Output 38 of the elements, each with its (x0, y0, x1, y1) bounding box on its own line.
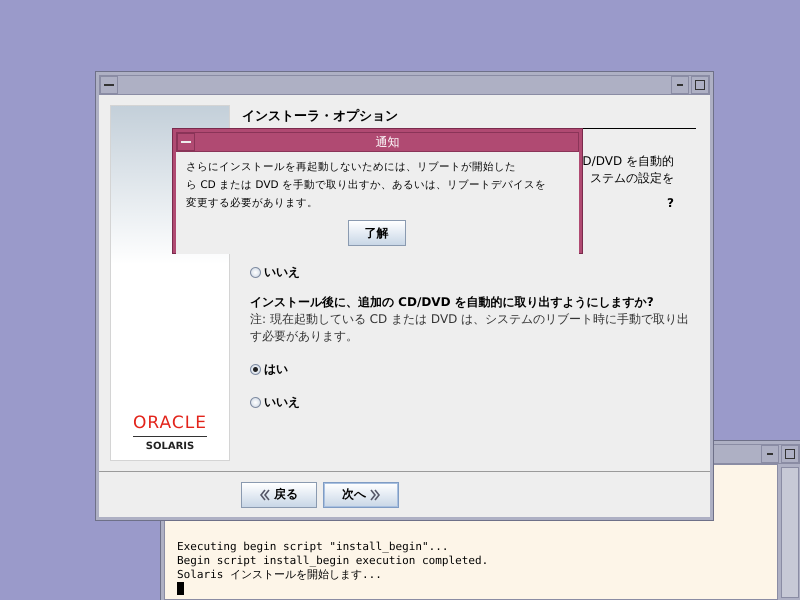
radio-button[interactable] (250, 364, 261, 374)
terminal-line: Begin script install_begin execution completed. (177, 554, 490, 568)
question-text: D/DVD を自動的 (582, 154, 674, 168)
square-icon (785, 449, 795, 459)
message-text: ら CD または DVD を手動で取り出すか、あるいは、リブートデバイスを (186, 178, 546, 193)
minus-icon (104, 84, 114, 86)
logo-product-name: SOLARIS (146, 441, 194, 452)
radio-label: いいえ (264, 394, 300, 410)
window-menu-button[interactable] (177, 133, 195, 151)
back-button[interactable]: 戻る (241, 482, 317, 508)
minus-icon (181, 141, 191, 143)
double-left-chevron-icon (260, 488, 270, 500)
note-text: 注: 現在起動している CD または DVD は、システムのリブート時に手動で取り出す必要があります。 (249, 311, 690, 345)
radio-label: いいえ (264, 264, 300, 280)
terminal-line: Solaris インストールを開始します... (177, 568, 383, 582)
minimize-button[interactable] (671, 76, 689, 94)
dialog-title: 通知 (374, 134, 400, 150)
text-cursor (177, 582, 184, 595)
minimize-button[interactable] (761, 445, 779, 463)
next-button[interactable]: 次へ (323, 482, 399, 508)
question-text: ステムの設定を (590, 171, 674, 185)
message-text: 変更する必要があります。 (186, 196, 318, 211)
title-bar[interactable]: 通知 (176, 132, 579, 152)
maximize-button[interactable] (781, 445, 799, 463)
terminal-line: Executing begin script "install_begin"... (177, 540, 450, 554)
double-right-chevron-icon (370, 488, 380, 500)
window-menu-button[interactable] (100, 76, 118, 94)
ok-button[interactable]: 了解 (348, 220, 406, 246)
question-text: インストール後に、追加の CD/DVD を自動的に取り出すようにしますか? (249, 294, 655, 311)
logo-wordmark: ORACLE (133, 413, 207, 437)
message-text: さらにインストールを再起動しないためには、リブートが開始した (186, 160, 516, 175)
maximize-button[interactable] (691, 76, 709, 94)
radio-button[interactable] (250, 396, 261, 408)
question-text: ? (667, 196, 674, 210)
radio-label: はい (264, 360, 288, 378)
radio-button[interactable] (250, 266, 261, 278)
scrollbar[interactable] (781, 467, 799, 598)
square-icon (695, 80, 705, 90)
